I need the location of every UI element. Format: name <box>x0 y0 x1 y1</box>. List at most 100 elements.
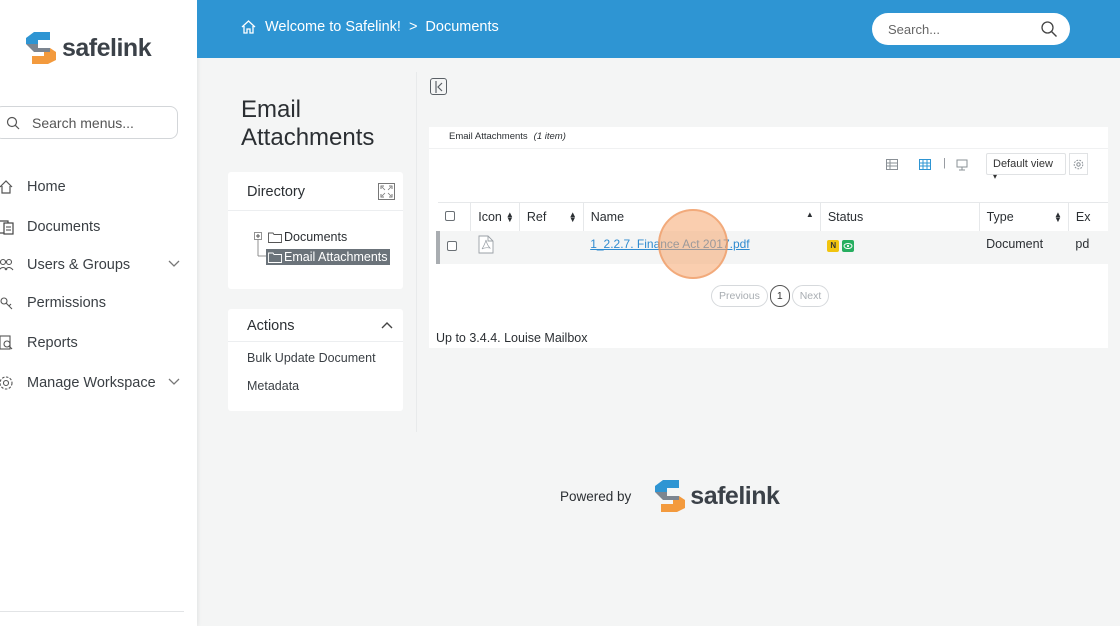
safelink-logo-mark-icon <box>655 480 686 512</box>
directory-title: Directory <box>247 184 306 200</box>
chevron-left-icon <box>434 80 442 93</box>
previous-page-button[interactable]: Previous <box>711 285 768 307</box>
document-link[interactable]: 1_2.2.7. Finance Act 2017.pdf <box>590 237 749 251</box>
folder-icon <box>268 232 282 243</box>
list-view-icon[interactable] <box>886 159 898 170</box>
sidebar-item-home[interactable]: Home <box>0 176 186 198</box>
logo-wordmark: safelink <box>62 33 152 62</box>
chevron-up-icon[interactable] <box>381 320 393 330</box>
grid-title-text: Email Attachments <box>449 131 528 142</box>
grid-title: Email Attachments (1 item) <box>449 131 566 142</box>
breadcrumb: Welcome to Safelink! > Documents <box>240 19 499 35</box>
column-header-type[interactable]: Type ▲ ▼ <box>978 202 1069 231</box>
panel-divider <box>416 72 417 432</box>
presentation-view-icon[interactable] <box>956 159 968 171</box>
tree-item-email-attachments[interactable]: Email Attachments <box>266 249 390 265</box>
home-icon[interactable] <box>240 19 257 35</box>
header-search-input[interactable] <box>888 21 1028 37</box>
view-selector-dropdown[interactable]: Default view ▾ <box>986 153 1066 181</box>
sort-icon: ▲ ▼ <box>505 210 514 224</box>
grid-item-count: (1 item) <box>533 131 566 142</box>
sidebar-item-reports[interactable]: Reports <box>0 332 186 354</box>
column-header-ref[interactable]: Ref ▲ ▼ <box>518 202 584 231</box>
reports-icon <box>0 334 16 352</box>
column-header-extension[interactable]: Ex <box>1067 202 1108 231</box>
toolbar-separator: | <box>943 157 946 169</box>
row-icon-cell <box>470 230 520 264</box>
row-type-cell: Document <box>979 230 1069 264</box>
menu-search-box[interactable] <box>0 106 178 139</box>
tree-item-documents[interactable]: Documents <box>268 230 347 244</box>
sidebar-item-manage-workspace[interactable]: Manage Workspace <box>0 372 186 394</box>
actions-header[interactable]: Actions <box>228 309 403 342</box>
column-header-icon[interactable]: Icon ▲ ▼ <box>470 202 520 231</box>
directory-header: Directory <box>228 172 403 211</box>
action-bulk-update-document[interactable]: Bulk Update Document <box>247 351 376 365</box>
caret-down-icon: ▾ <box>993 172 998 181</box>
collapse-panel-button[interactable] <box>430 78 447 95</box>
top-header: Welcome to Safelink! > Documents <box>197 0 1120 58</box>
gear-icon <box>1073 159 1084 169</box>
column-label: Icon <box>478 209 502 224</box>
expand-icon[interactable] <box>378 183 395 200</box>
header-search-box[interactable] <box>872 13 1070 45</box>
breadcrumb-separator: > <box>408 19 418 35</box>
folder-icon <box>268 252 282 263</box>
sidebar-item-label: Home <box>27 179 66 195</box>
page-1-button[interactable]: 1 <box>769 285 790 307</box>
sidebar-item-documents[interactable]: Documents <box>0 216 186 238</box>
safelink-logo[interactable]: safelink <box>24 30 152 66</box>
sidebar-divider <box>0 611 184 612</box>
column-label: Status <box>827 209 864 224</box>
tree-item-label: Documents <box>284 230 348 244</box>
new-status-badge: N <box>827 240 840 253</box>
tree-item-label: Email Attachments <box>284 250 388 264</box>
directory-panel: Directory Documents Email Attachments <box>228 172 403 289</box>
breadcrumb-current[interactable]: Documents <box>425 19 498 35</box>
pdf-icon <box>478 235 494 253</box>
chevron-down-icon[interactable] <box>168 375 180 387</box>
sidebar-item-permissions[interactable]: Permissions <box>0 292 186 314</box>
view-selector-label: Default view <box>993 158 1053 170</box>
sidebar: safelink Home Documents Users & Groups P… <box>0 0 197 626</box>
powered-by-text: Powered by <box>560 488 632 504</box>
column-header-status[interactable]: Status <box>819 202 980 231</box>
sidebar-item-users-groups[interactable]: Users & Groups <box>0 254 186 276</box>
column-header-name[interactable]: Name ▲ <box>582 202 821 231</box>
parent-folder-link[interactable]: Up to 3.4.4. Louise Mailbox <box>436 331 587 345</box>
safelink-logo-mark-icon <box>26 32 56 64</box>
select-all-checkbox[interactable] <box>445 210 455 221</box>
sidebar-item-label: Documents <box>27 219 101 235</box>
search-icon[interactable] <box>1040 20 1058 38</box>
row-status-cell: N <box>820 230 980 264</box>
sort-ascending-icon: ▲ <box>805 210 814 219</box>
powered-by-footer: Powered by safelink <box>560 478 780 514</box>
eye-icon[interactable] <box>842 240 855 253</box>
sidebar-item-label: Manage Workspace <box>27 375 156 391</box>
table-header-row: Icon ▲ ▼ Ref ▲ ▼ Name ▲ Status Type ▲ ▼ Ex <box>438 202 1108 231</box>
home-icon <box>0 178 16 196</box>
document-grid-panel: Email Attachments (1 item) | Default view… <box>429 127 1108 348</box>
documents-table: Icon ▲ ▼ Ref ▲ ▼ Name ▲ Status Type ▲ ▼ Ex 1_2.… <box>436 202 1108 264</box>
grid-view-icon[interactable] <box>919 159 931 170</box>
users-icon <box>0 256 16 274</box>
row-ref-cell <box>519 230 584 264</box>
gear-icon <box>0 374 16 392</box>
action-metadata[interactable]: Metadata <box>247 379 299 393</box>
breadcrumb-home[interactable]: Welcome to Safelink! <box>265 19 401 35</box>
chevron-down-icon[interactable] <box>168 257 180 269</box>
row-checkbox[interactable] <box>447 240 457 251</box>
row-extension-cell: pd <box>1068 230 1108 264</box>
menu-search-input[interactable] <box>32 114 162 131</box>
column-label: Name <box>590 209 625 224</box>
column-label: Ex <box>1075 209 1091 224</box>
sort-icon: ▲ ▼ <box>568 210 577 224</box>
grid-title-bar: Email Attachments (1 item) <box>429 127 1108 149</box>
next-page-button[interactable]: Next <box>791 285 830 307</box>
grid-settings-button[interactable] <box>1069 153 1088 175</box>
column-label: Type <box>986 209 1014 224</box>
grid-toolbar: | Default view ▾ <box>429 153 1108 181</box>
actions-title: Actions <box>247 318 295 334</box>
table-row[interactable]: 1_2.2.7. Finance Act 2017.pdf N Document… <box>436 230 1108 264</box>
footer-logo-wordmark: safelink <box>690 481 780 510</box>
